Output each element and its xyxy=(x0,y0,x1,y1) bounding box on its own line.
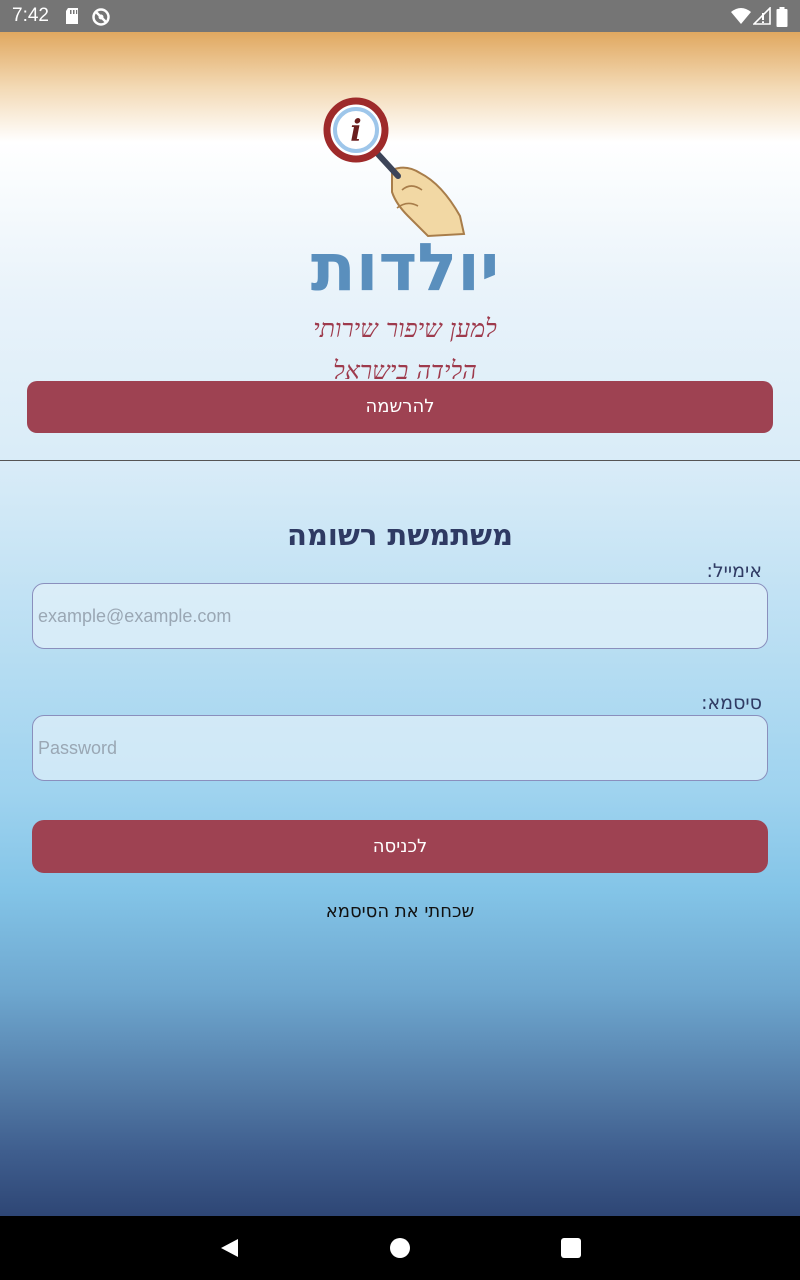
svg-text:i: i xyxy=(350,114,361,149)
email-label: אימייל: xyxy=(706,560,762,582)
sd-card-icon xyxy=(66,8,78,24)
navigation-bar xyxy=(0,1216,800,1280)
info-magnifier-icon: i xyxy=(323,97,466,238)
login-section-title: משתמשת רשומה xyxy=(287,518,513,552)
no-sync-icon xyxy=(92,8,110,26)
logo-brand-name: יולדות xyxy=(310,229,500,306)
home-icon[interactable] xyxy=(388,1236,412,1260)
signal-icon xyxy=(753,7,771,25)
email-field[interactable] xyxy=(32,583,768,649)
password-field[interactable] xyxy=(32,715,768,781)
back-icon[interactable] xyxy=(218,1236,242,1260)
login-screen: i יולדות למען שיפור שירותי הלידה בישראל … xyxy=(0,32,800,1216)
status-bar: 7:42 xyxy=(0,0,800,32)
register-button[interactable]: להרשמה xyxy=(27,381,773,433)
recents-icon[interactable] xyxy=(559,1236,583,1260)
login-button[interactable]: לכניסה xyxy=(32,820,768,873)
battery-icon xyxy=(776,7,788,27)
wifi-icon xyxy=(731,8,751,24)
forgot-password-link[interactable]: שכחתי את הסיסמא xyxy=(0,901,800,922)
logo: i יולדות למען שיפור שירותי הלידה בישראל xyxy=(280,66,530,396)
status-time: 7:42 xyxy=(12,5,49,26)
logo-tagline-1: למען שיפור שירותי xyxy=(313,314,497,343)
password-label: סיסמא: xyxy=(701,692,762,714)
divider xyxy=(0,460,800,461)
